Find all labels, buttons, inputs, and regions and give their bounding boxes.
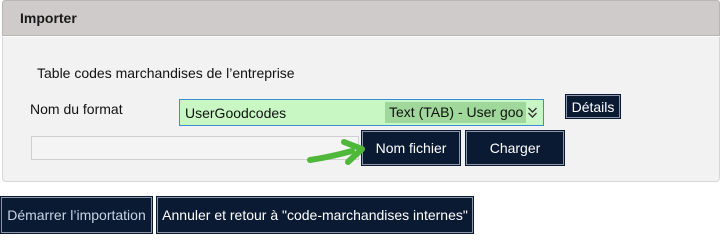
section-label: Table codes marchandises de l’entreprise bbox=[37, 65, 295, 81]
panel-title: Importer bbox=[20, 10, 77, 26]
format-name-label: Nom du format bbox=[30, 101, 123, 117]
details-button[interactable]: Détails bbox=[565, 94, 621, 119]
cancel-and-return-button[interactable]: Annuler et retour à "code-marchandises i… bbox=[156, 196, 474, 234]
format-select-description: Text (TAB) - User goo bbox=[385, 102, 526, 123]
load-button[interactable]: Charger bbox=[465, 130, 565, 166]
file-name-button[interactable]: Nom fichier bbox=[361, 130, 461, 166]
format-select[interactable]: UserGoodcodes Text (TAB) - User goo bbox=[179, 99, 544, 126]
start-import-button[interactable]: Démarrer l’importation bbox=[0, 196, 153, 234]
green-arrow-icon bbox=[307, 139, 365, 165]
chevron-down-double-icon[interactable] bbox=[525, 104, 540, 121]
format-select-code: UserGoodcodes bbox=[185, 105, 287, 121]
panel-header: Importer bbox=[2, 0, 720, 36]
